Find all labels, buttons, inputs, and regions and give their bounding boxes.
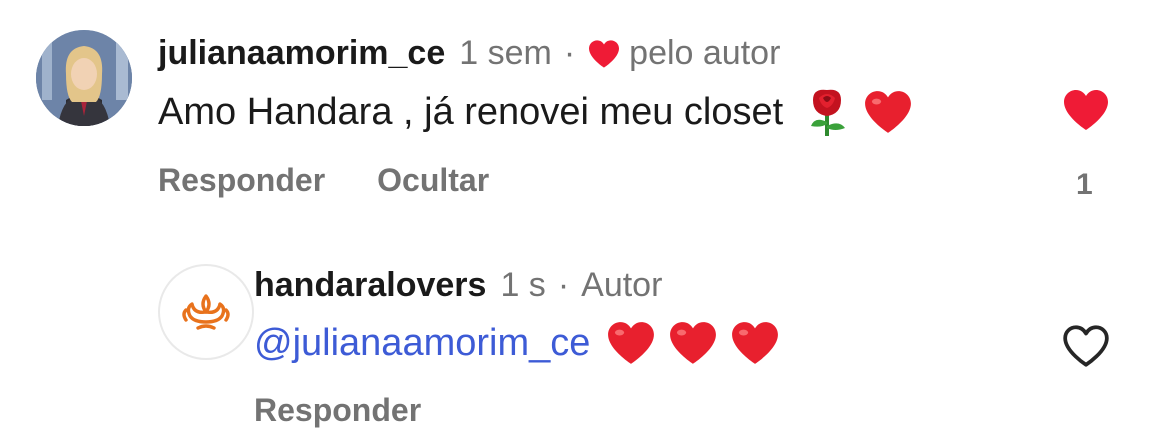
red-heart-emoji [606,320,656,366]
comment-actions: Responder Ocultar [158,162,489,199]
red-heart-emoji [668,320,718,366]
red-heart-emoji [863,89,913,135]
separator-dot: · [563,34,576,72]
separator-dot: · [557,266,570,304]
reply-button[interactable]: Responder [254,392,421,429]
username[interactable]: julianaamorim_ce [158,34,445,73]
reply-button[interactable]: Responder [158,162,325,199]
like-button[interactable] [1060,86,1112,134]
comment-text: Amo Handara , já renovei meu closet [158,84,913,140]
reply-header: handaralovers 1 s · Autor [254,266,662,305]
comment-body: Amo Handara , já renovei meu closet [158,90,784,133]
author-badge: Autor [581,266,663,304]
like-button[interactable] [1060,322,1112,370]
like-count: 1 [1076,168,1093,201]
liked-by-author: pelo autor [587,34,780,73]
brand-logo-icon [182,294,230,330]
liked-by-label: pelo autor [629,34,781,72]
reply-text: @julianaamorim_ce [254,314,780,372]
heart-filled-icon [1064,90,1108,130]
timestamp: 1 sem [459,34,552,72]
user-photo [36,30,132,126]
hide-button[interactable]: Ocultar [377,162,489,199]
reply-actions: Responder [254,392,421,429]
mention-link[interactable]: @julianaamorim_ce [254,322,590,365]
rose-emoji [803,86,851,138]
red-heart-emoji [730,320,780,366]
avatar[interactable] [158,264,254,360]
comment-item: julianaamorim_ce 1 sem · pelo autor Amo … [0,0,1170,230]
heart-outline-icon [1063,325,1109,367]
comment-header: julianaamorim_ce 1 sem · pelo autor [158,34,780,73]
avatar[interactable] [36,30,132,126]
timestamp: 1 s [500,266,546,304]
username[interactable]: handaralovers [254,266,486,305]
heart-icon [587,39,621,69]
